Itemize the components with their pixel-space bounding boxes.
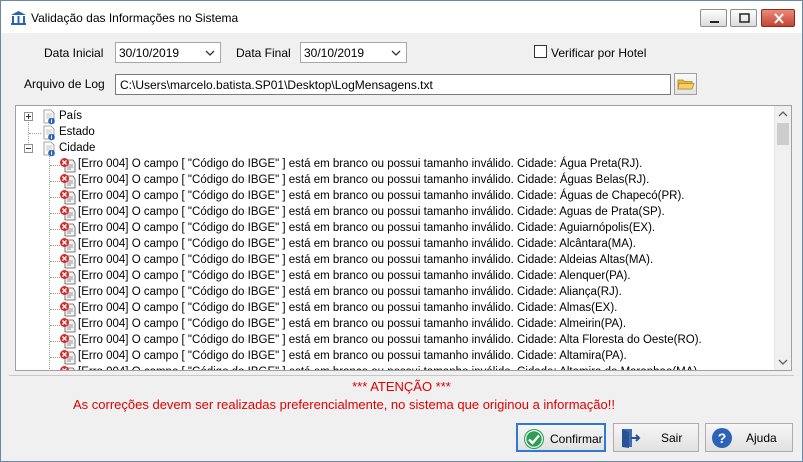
error-list-item[interactable]: [Erro 004] O campo [ "Código do IBGE" ] … xyxy=(16,317,774,333)
scroll-up-icon[interactable] xyxy=(775,106,791,122)
maximize-button[interactable] xyxy=(730,9,757,27)
divider xyxy=(9,375,794,376)
data-final-label: Data Final xyxy=(236,46,291,60)
error-list-item[interactable]: [Erro 004] O campo [ "Código do IBGE" ] … xyxy=(16,333,774,349)
chevron-down-icon xyxy=(391,50,401,56)
error-list-item[interactable]: [Erro 004] O campo [ "Código do IBGE" ] … xyxy=(16,253,774,269)
error-message: [Erro 004] O campo [ "Código do IBGE" ] … xyxy=(78,174,650,186)
sair-button[interactable]: Sair xyxy=(613,423,699,452)
folder-open-icon xyxy=(677,79,695,90)
error-document-icon xyxy=(60,270,76,285)
svg-text:?: ? xyxy=(718,430,727,446)
exit-door-icon xyxy=(622,429,641,448)
verificar-hotel-checkbox[interactable] xyxy=(534,45,547,58)
error-message: [Erro 004] O campo [ "Código do IBGE" ] … xyxy=(78,334,702,346)
error-document-icon xyxy=(60,286,76,301)
maximize-icon xyxy=(739,13,750,23)
error-document-icon xyxy=(60,318,76,333)
data-inicial-picker[interactable]: 30/10/2019 xyxy=(115,42,221,63)
error-list-item[interactable]: [Erro 004] O campo [ "Código do IBGE" ] … xyxy=(16,205,774,221)
check-circle-icon xyxy=(524,429,544,449)
error-message: [Erro 004] O campo [ "Código do IBGE" ] … xyxy=(78,206,665,218)
tree-node[interactable]: Cidade xyxy=(16,141,756,157)
tree-node-label: Cidade xyxy=(59,142,96,154)
error-document-icon xyxy=(60,238,76,253)
collapse-icon[interactable] xyxy=(24,144,33,153)
error-message: [Erro 004] O campo [ "Código do IBGE" ] … xyxy=(78,190,685,202)
confirmar-button[interactable]: Confirmar xyxy=(516,423,606,452)
error-message: [Erro 004] O campo [ "Código do IBGE" ] … xyxy=(78,270,631,282)
tree-node[interactable]: País xyxy=(16,109,756,125)
bank-icon xyxy=(11,11,26,25)
error-list-item[interactable]: [Erro 004] O campo [ "Código do IBGE" ] … xyxy=(16,189,774,205)
error-message: [Erro 004] O campo [ "Código do IBGE" ] … xyxy=(78,158,643,170)
minimize-button[interactable] xyxy=(700,9,727,27)
help-icon: ? xyxy=(712,428,732,448)
tree-node-label: Estado xyxy=(59,126,95,138)
arquivo-log-value: C:\Users\marcelo.batista.SP01\Desktop\Lo… xyxy=(120,78,433,92)
error-document-icon xyxy=(60,350,76,365)
warning-message: As correções devem ser realizadas prefer… xyxy=(73,397,615,412)
error-message: [Erro 004] O campo [ "Código do IBGE" ] … xyxy=(78,238,636,250)
error-document-icon xyxy=(60,158,76,173)
arquivo-log-label: Arquivo de Log xyxy=(24,77,105,91)
chevron-down-icon xyxy=(205,50,215,56)
error-message: [Erro 004] O campo [ "Código do IBGE" ] … xyxy=(78,286,622,298)
expand-icon[interactable] xyxy=(24,112,33,121)
arquivo-log-field[interactable]: C:\Users\marcelo.batista.SP01\Desktop\Lo… xyxy=(115,74,671,95)
window-title: Validação das Informações no Sistema xyxy=(31,11,239,25)
error-document-icon xyxy=(60,174,76,189)
minimize-icon xyxy=(710,21,719,23)
error-message: [Erro 004] O campo [ "Código do IBGE" ] … xyxy=(78,350,627,362)
error-document-icon xyxy=(60,302,76,317)
confirmar-label: Confirmar xyxy=(550,432,603,446)
error-message: [Erro 004] O campo [ "Código do IBGE" ] … xyxy=(78,254,654,266)
error-list-item[interactable]: [Erro 004] O campo [ "Código do IBGE" ] … xyxy=(16,269,774,285)
close-icon xyxy=(774,13,784,24)
data-final-picker[interactable]: 30/10/2019 xyxy=(300,42,407,63)
error-document-icon xyxy=(60,254,76,269)
error-document-icon xyxy=(60,222,76,237)
data-final-value: 30/10/2019 xyxy=(304,46,365,60)
error-document-icon xyxy=(60,366,75,370)
error-document-icon xyxy=(60,206,76,221)
error-message: [Erro 004] O campo [ "Código do IBGE" ] … xyxy=(78,302,618,314)
error-list-item[interactable]: [Erro 004] O campo [ "Código do IBGE" ] … xyxy=(16,365,774,370)
error-list-item[interactable]: [Erro 004] O campo [ "Código do IBGE" ] … xyxy=(16,349,774,365)
vertical-scrollbar[interactable] xyxy=(774,106,791,370)
ajuda-button[interactable]: ? Ajuda xyxy=(705,423,793,452)
document-info-icon xyxy=(43,125,55,141)
tree-node-label: País xyxy=(59,110,83,122)
error-list-item[interactable]: [Erro 004] O campo [ "Código do IBGE" ] … xyxy=(16,173,774,189)
close-button[interactable] xyxy=(761,9,795,27)
sair-label: Sair xyxy=(661,431,683,445)
error-message: [Erro 004] O campo [ "Código do IBGE" ] … xyxy=(78,318,627,330)
error-document-icon xyxy=(60,334,76,349)
verificar-hotel-label[interactable]: Verificar por Hotel xyxy=(551,46,646,60)
data-inicial-label: Data Inicial xyxy=(44,46,104,60)
data-inicial-value: 30/10/2019 xyxy=(119,46,180,60)
error-document-icon xyxy=(60,190,76,205)
error-list-item[interactable]: [Erro 004] O campo [ "Código do IBGE" ] … xyxy=(16,285,774,301)
warning-title: *** ATENÇÃO *** xyxy=(352,379,451,394)
error-message: [Erro 004] O campo [ "Código do IBGE" ] … xyxy=(78,366,700,370)
document-info-icon xyxy=(43,109,55,125)
error-list-item[interactable]: [Erro 004] O campo [ "Código do IBGE" ] … xyxy=(16,157,774,173)
title-bar[interactable]: Validação das Informações no Sistema xyxy=(1,1,802,33)
error-list-item[interactable]: [Erro 004] O campo [ "Código do IBGE" ] … xyxy=(16,221,774,237)
error-list-item[interactable]: [Erro 004] O campo [ "Código do IBGE" ] … xyxy=(16,301,774,317)
tree-node[interactable]: Estado xyxy=(16,125,756,141)
validation-tree[interactable]: País Estado Cidade [Erro 004] O campo [ "Có… xyxy=(15,105,792,371)
ajuda-label: Ajuda xyxy=(746,431,777,445)
error-message: [Erro 004] O campo [ "Código do IBGE" ] … xyxy=(78,222,656,234)
browse-folder-button[interactable] xyxy=(674,73,697,95)
validation-window: Validação das Informações no Sistema Dat… xyxy=(0,0,803,462)
scroll-down-icon[interactable] xyxy=(775,354,791,370)
scroll-thumb[interactable] xyxy=(777,123,789,145)
error-list-item[interactable]: [Erro 004] O campo [ "Código do IBGE" ] … xyxy=(16,237,774,253)
tree-connector-line xyxy=(29,133,41,134)
